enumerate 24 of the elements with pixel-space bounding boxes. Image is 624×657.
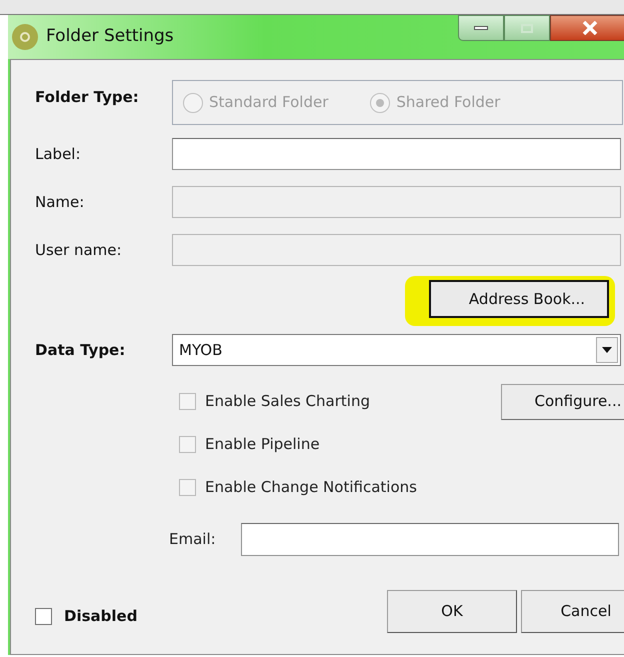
dialog-button[interactable]: Cancel (521, 590, 624, 633)
email-field[interactable] (241, 523, 619, 556)
close-button[interactable] (550, 15, 624, 41)
data-type-dropdown[interactable]: MYOB (172, 334, 621, 366)
option-label: Enable Change Notifications (205, 477, 417, 498)
minimize-button[interactable] (458, 15, 504, 41)
option-label: Enable Sales Charting (205, 391, 370, 412)
folder-type-label: Folder Type: (35, 87, 140, 108)
disabled-label: Disabled (64, 606, 138, 628)
dialog-button[interactable]: OK (387, 590, 517, 633)
window-title: Folder Settings (46, 25, 174, 48)
email-label: Email: (169, 529, 217, 550)
configure-button[interactable]: Configure... (501, 384, 624, 420)
data-type-label: Data Type: (35, 340, 126, 361)
dropdown-value: MYOB (179, 340, 222, 361)
maximize-button[interactable] (504, 15, 550, 41)
app-logo-icon (12, 24, 38, 50)
field-label: Name: (35, 192, 86, 213)
text-field[interactable] (172, 138, 621, 170)
field-label: User name: (35, 240, 123, 261)
option-label: Enable Pipeline (205, 434, 320, 456)
address-book-button[interactable]: Address Book... (429, 280, 609, 318)
close-icon (582, 21, 598, 35)
field-label: Label: (35, 144, 82, 165)
